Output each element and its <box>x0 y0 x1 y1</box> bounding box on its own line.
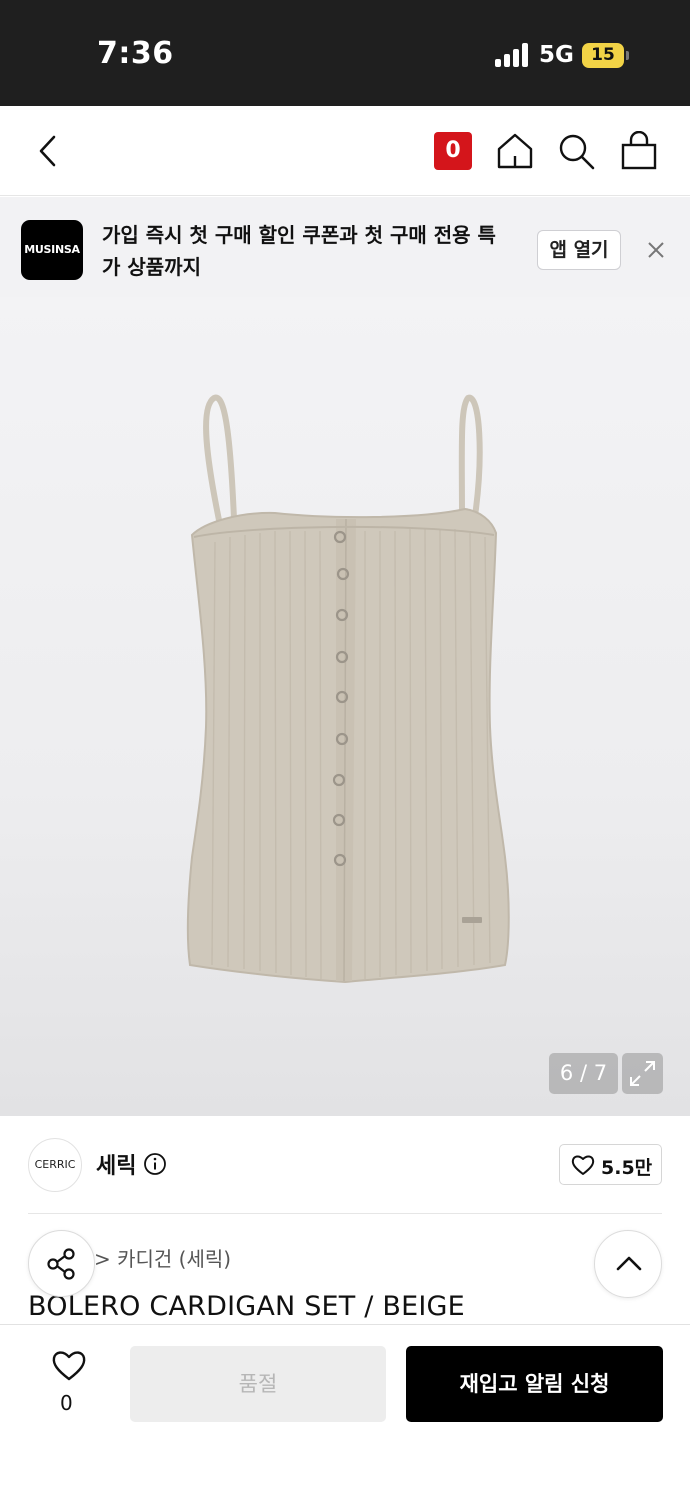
open-app-button[interactable]: 앱 열기 <box>537 230 621 270</box>
cart-count-badge[interactable]: 0 <box>434 132 472 170</box>
info-icon[interactable] <box>143 1152 167 1176</box>
close-icon[interactable] <box>645 239 667 261</box>
scroll-top-button[interactable] <box>594 1230 662 1298</box>
brand-like-count: 5.5만 <box>601 1157 653 1179</box>
status-time: 7:36 <box>97 36 174 71</box>
signal-icon <box>495 43 529 67</box>
brand-logo[interactable]: CERRIC <box>28 1138 82 1192</box>
status-bar: 7:36 5G 15 <box>0 0 690 106</box>
share-button[interactable] <box>28 1230 95 1297</box>
expand-button[interactable] <box>622 1053 663 1094</box>
back-icon[interactable] <box>34 134 64 168</box>
soldout-button[interactable]: 품절 <box>130 1346 386 1422</box>
image-counter: 6 / 7 <box>549 1053 618 1094</box>
bottom-action-bar: 0 품절 재입고 알림 신청 <box>0 1324 690 1500</box>
heart-icon <box>571 1155 595 1175</box>
expand-icon <box>630 1061 655 1086</box>
wish-count: 0 <box>60 1391 73 1415</box>
brand-like-button[interactable]: 5.5만 <box>559 1144 662 1185</box>
battery-icon: 15 <box>582 43 624 68</box>
bag-icon[interactable] <box>620 131 658 171</box>
chevron-up-icon <box>616 1256 642 1271</box>
product-photo <box>186 394 510 984</box>
product-title: BOLERO CARDIGAN SET / BEIGE <box>28 1291 465 1322</box>
network-label: 5G <box>539 42 574 68</box>
heart-icon[interactable] <box>51 1350 87 1382</box>
banner-message: 가입 즉시 첫 구매 할인 쿠폰과 첫 구매 전용 특가 상품까지 <box>102 223 496 279</box>
brand-name[interactable]: 세릭 <box>96 1148 136 1180</box>
search-icon[interactable] <box>558 133 596 171</box>
app-download-banner: MUSINSA 가입 즉시 첫 구매 할인 쿠폰과 첫 구매 전용 특가 상품까… <box>0 197 690 297</box>
product-image-gallery[interactable]: 6 / 7 <box>0 297 690 1116</box>
breadcrumb[interactable]: > 카디건 (세릭) <box>94 1243 231 1272</box>
home-icon[interactable] <box>496 132 534 170</box>
divider <box>28 1213 662 1214</box>
share-icon <box>47 1248 75 1280</box>
brand-row: CERRIC 세릭 5.5만 <box>0 1116 690 1214</box>
top-nav: 0 <box>0 106 690 196</box>
musinsa-logo: MUSINSA <box>21 220 83 280</box>
battery-tip <box>626 51 629 60</box>
restock-alert-button[interactable]: 재입고 알림 신청 <box>406 1346 663 1422</box>
